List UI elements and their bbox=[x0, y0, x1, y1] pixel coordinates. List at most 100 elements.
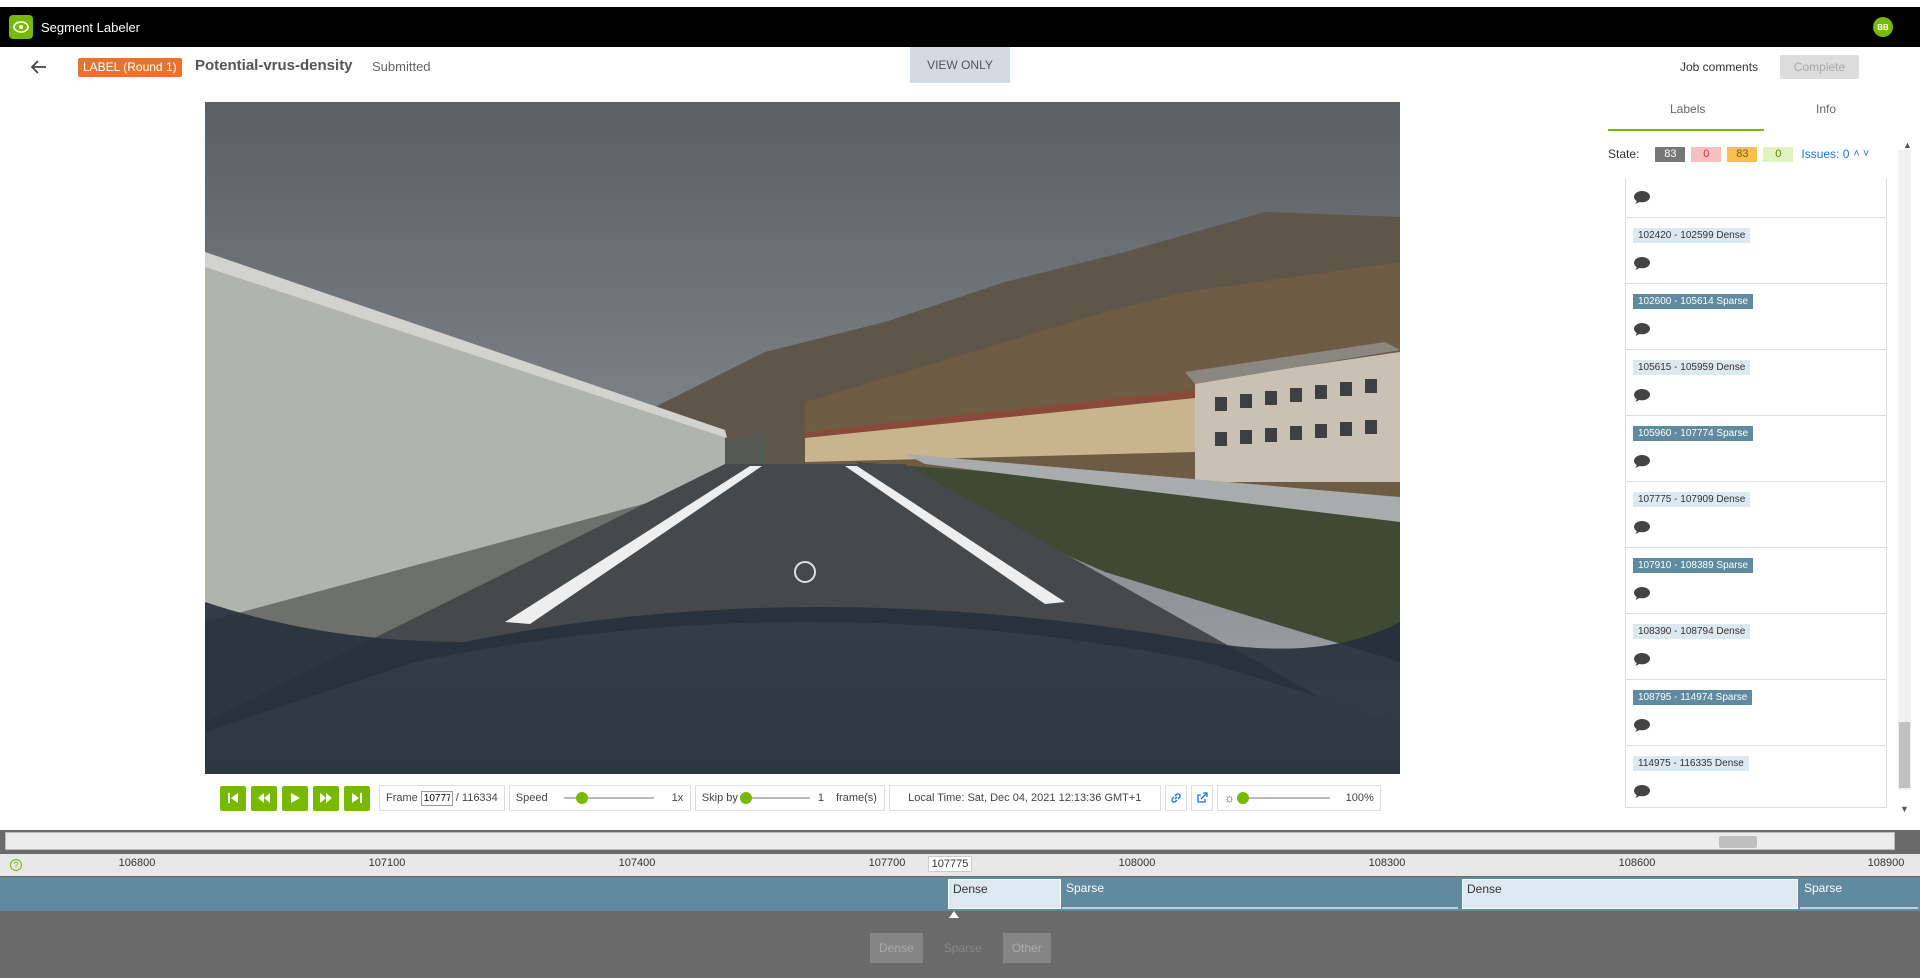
timeline: ? 106800 107100 107400 107700 108000 108… bbox=[0, 830, 1920, 978]
timeline-ruler[interactable]: ? 106800 107100 107400 107700 108000 108… bbox=[0, 854, 1920, 876]
comment-icon[interactable] bbox=[1633, 322, 1651, 342]
segment-range-label: 105615 - 105959 Dense bbox=[1633, 360, 1751, 375]
comment-icon[interactable] bbox=[1633, 784, 1651, 804]
chevron-down-icon[interactable]: ˅ bbox=[1863, 148, 1869, 160]
right-panel: Labels Info State: 83 0 83 0 Issues: 0 ˄… bbox=[1608, 87, 1913, 817]
tab-info[interactable]: Info bbox=[1816, 102, 1836, 116]
segment-range-label: 107910 - 108389 Sparse bbox=[1633, 558, 1754, 573]
playhead-marker[interactable] bbox=[949, 911, 959, 918]
timeline-segment[interactable]: Dense bbox=[948, 879, 1061, 909]
speed-group: Speed 1x bbox=[508, 785, 691, 811]
play-button[interactable] bbox=[282, 785, 308, 811]
tick-label: 108600 bbox=[1618, 857, 1656, 869]
comment-icon[interactable] bbox=[1633, 718, 1651, 738]
segment-list-item[interactable]: 105960 - 107774 Sparse bbox=[1626, 416, 1886, 482]
chevron-up-icon[interactable]: ˄ bbox=[1853, 148, 1859, 160]
state-count-total: 83 bbox=[1655, 146, 1686, 162]
app-logo-icon bbox=[9, 15, 33, 39]
class-dense-button[interactable]: Dense bbox=[870, 933, 923, 963]
local-time: Local Time: Sat, Dec 04, 2021 12:13:36 G… bbox=[908, 792, 1142, 804]
timeline-segment[interactable]: Sparse bbox=[1800, 879, 1918, 909]
view-only-badge: VIEW ONLY bbox=[910, 47, 1010, 83]
current-frame-marker: 107775 bbox=[928, 856, 972, 872]
skip-unit: frame(s) bbox=[836, 792, 877, 804]
segment-range-label: 114975 - 116335 Dense bbox=[1633, 756, 1749, 771]
comment-icon[interactable] bbox=[1633, 454, 1651, 474]
fast-forward-button[interactable] bbox=[313, 785, 339, 811]
tick-label: 108300 bbox=[1368, 857, 1406, 869]
tick-label: 107400 bbox=[618, 857, 656, 869]
state-count-pending: 83 bbox=[1727, 146, 1758, 162]
last-frame-button[interactable] bbox=[344, 785, 370, 811]
segment-list-item[interactable]: 108795 - 114974 Sparse bbox=[1626, 680, 1886, 746]
class-sparse-button[interactable]: Sparse bbox=[934, 933, 991, 963]
video-frame[interactable] bbox=[205, 102, 1400, 774]
back-arrow-icon[interactable] bbox=[30, 59, 52, 79]
app-title: Segment Labeler bbox=[41, 19, 141, 35]
job-status: Submitted bbox=[372, 59, 431, 74]
skip-slider-handle[interactable] bbox=[739, 792, 752, 804]
speed-slider-handle[interactable] bbox=[575, 792, 588, 804]
complete-button[interactable]: Complete bbox=[1780, 55, 1859, 79]
segment-list-item[interactable]: 107775 - 107909 Dense bbox=[1626, 482, 1886, 548]
first-frame-button[interactable] bbox=[220, 785, 246, 811]
tick-label: 106800 bbox=[118, 857, 156, 869]
timeline-segment[interactable]: Dense bbox=[1462, 879, 1798, 909]
scroll-up-arrow-icon[interactable]: ▲ bbox=[1903, 140, 1912, 150]
brightness-slider-handle[interactable] bbox=[1236, 792, 1249, 804]
panel-scrollbar[interactable] bbox=[1898, 150, 1911, 790]
segment-list-item[interactable]: 107910 - 108389 Sparse bbox=[1626, 548, 1886, 614]
scroll-down-arrow-icon[interactable]: ▼ bbox=[1900, 804, 1909, 814]
segment-range-label: 108390 - 108794 Dense bbox=[1633, 624, 1751, 639]
player-controls: Frame / 116334 Speed 1x Skip by 1 frame(… bbox=[220, 785, 1381, 811]
local-time-group: Local Time: Sat, Dec 04, 2021 12:13:36 G… bbox=[888, 785, 1161, 811]
skip-slider[interactable] bbox=[739, 792, 810, 804]
timeline-segment[interactable]: Sparse bbox=[1062, 879, 1458, 909]
segment-list-item[interactable]: 105615 - 105959 Dense bbox=[1626, 350, 1886, 416]
state-row: State: 83 0 83 0 Issues: 0 ˄ ˅ bbox=[1608, 144, 1908, 164]
job-header: LABEL (Round 1) Potential-vrus-density S… bbox=[0, 47, 1920, 87]
timeline-scrollbar[interactable] bbox=[5, 832, 1895, 850]
segment-list-item[interactable]: 102420 - 102599 Dense bbox=[1626, 218, 1886, 284]
segment-list-item[interactable]: 108390 - 108794 Dense bbox=[1626, 614, 1886, 680]
segment-list-item[interactable] bbox=[1626, 178, 1886, 218]
panel-scrollbar-thumb[interactable] bbox=[1899, 722, 1910, 788]
help-icon[interactable]: ? bbox=[10, 859, 22, 871]
segment-list-item[interactable]: 114975 - 116335 Dense bbox=[1626, 746, 1886, 807]
segment-range-label: 105960 - 107774 Sparse bbox=[1633, 426, 1754, 441]
active-tab-indicator bbox=[1608, 129, 1764, 131]
segment-range-label: 102600 - 105614 Sparse bbox=[1633, 294, 1754, 309]
road-scene-image bbox=[205, 102, 1400, 774]
timeline-segment-track[interactable]: Dense Sparse Dense Sparse bbox=[0, 877, 1920, 911]
issues-counter[interactable]: Issues: 0 bbox=[1801, 147, 1849, 161]
tab-labels[interactable]: Labels bbox=[1670, 102, 1705, 116]
state-label: State: bbox=[1608, 147, 1640, 161]
comment-icon[interactable] bbox=[1633, 256, 1651, 276]
segment-list-item[interactable]: 102600 - 105614 Sparse bbox=[1626, 284, 1886, 350]
speed-slider[interactable] bbox=[563, 792, 654, 804]
timeline-scrollbar-thumb[interactable] bbox=[1719, 836, 1757, 848]
segment-list: 102420 - 102599 Dense 102600 - 105614 Spa… bbox=[1625, 178, 1887, 808]
state-count-rejected: 0 bbox=[1691, 146, 1722, 162]
brightness-value: 100% bbox=[1345, 792, 1374, 804]
rewind-button[interactable] bbox=[251, 785, 277, 811]
comment-icon[interactable] bbox=[1633, 190, 1651, 210]
class-other-button[interactable]: Other bbox=[1002, 933, 1051, 963]
frame-total: / 116334 bbox=[455, 792, 498, 804]
skip-group: Skip by 1 frame(s) bbox=[694, 785, 885, 811]
frame-input[interactable] bbox=[420, 790, 453, 806]
state-count-approved: 0 bbox=[1763, 146, 1794, 162]
user-avatar[interactable]: BB bbox=[1873, 17, 1893, 37]
speed-label: Speed bbox=[515, 792, 548, 804]
link-icon[interactable] bbox=[1164, 785, 1187, 811]
comment-icon[interactable] bbox=[1633, 388, 1651, 408]
class-buttons: Dense Sparse Other bbox=[870, 933, 1063, 963]
comment-icon[interactable] bbox=[1633, 586, 1651, 606]
comment-icon[interactable] bbox=[1633, 652, 1651, 672]
job-comments-button[interactable]: Job comments bbox=[1680, 60, 1758, 74]
external-link-icon[interactable] bbox=[1190, 785, 1213, 811]
comment-icon[interactable] bbox=[1633, 520, 1651, 540]
brightness-icon: ☼ bbox=[1223, 791, 1235, 805]
brightness-slider[interactable] bbox=[1236, 792, 1330, 804]
segment-range-label: 102420 - 102599 Dense bbox=[1633, 228, 1751, 243]
